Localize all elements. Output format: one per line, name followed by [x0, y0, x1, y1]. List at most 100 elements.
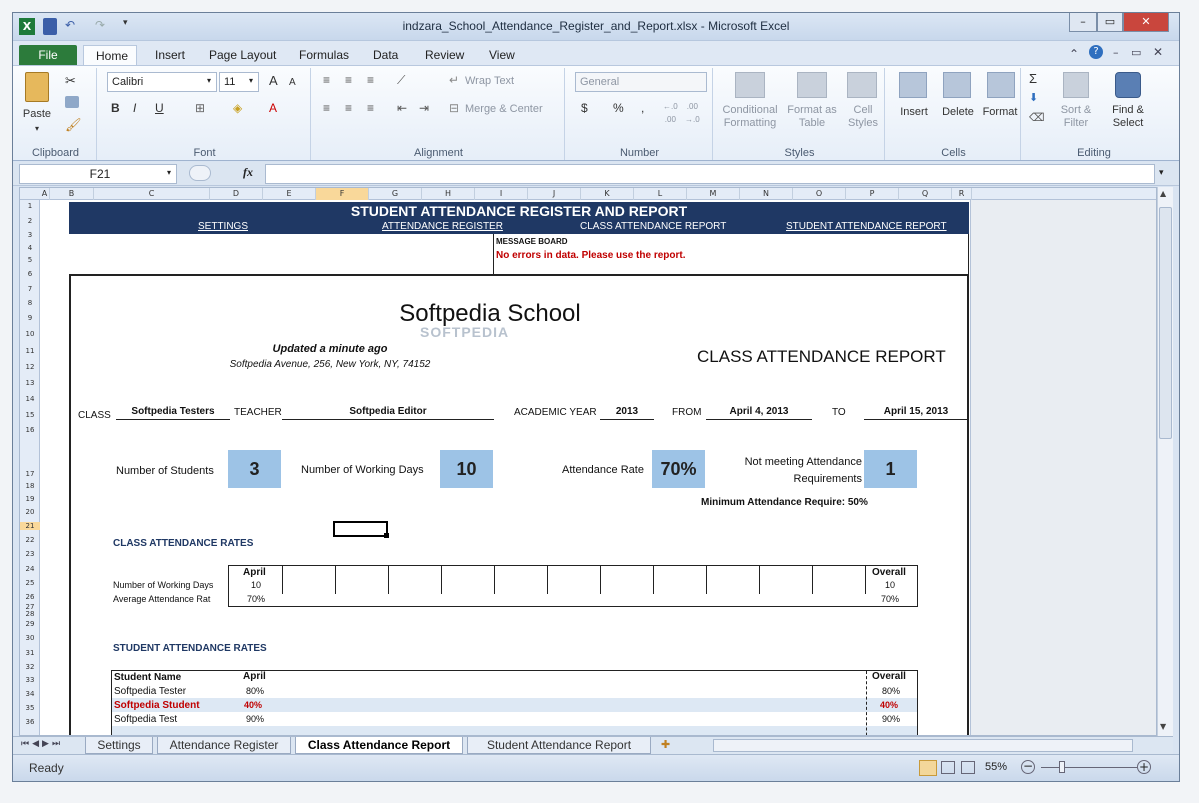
clear-icon[interactable]: ⌫ — [1029, 112, 1045, 125]
row-header[interactable]: 21 — [20, 522, 40, 530]
workbook-close-icon[interactable]: ✕ — [1153, 45, 1163, 59]
align-top-icon[interactable]: ≡ — [323, 74, 330, 87]
tab-insert[interactable]: Insert — [143, 45, 197, 65]
row-header[interactable]: 35 — [20, 704, 40, 712]
paste-button[interactable]: Paste — [19, 108, 55, 121]
number-format-select[interactable]: General — [575, 72, 707, 92]
find-select-button[interactable]: Find & Select — [1103, 104, 1153, 130]
column-header[interactable]: O — [793, 188, 846, 200]
find-select-icon[interactable] — [1115, 72, 1141, 98]
delete-cells-icon[interactable] — [943, 72, 971, 98]
zoom-in-icon[interactable]: + — [1137, 760, 1151, 774]
column-header[interactable]: Q — [899, 188, 952, 200]
delete-cells-button[interactable]: Delete — [937, 106, 979, 119]
row-header[interactable]: 18 — [20, 482, 40, 490]
workbook-min-icon[interactable]: – — [1113, 46, 1119, 59]
merge-center-button[interactable]: Merge & Center — [465, 103, 543, 116]
row-header[interactable]: 28 — [20, 610, 40, 618]
formula-expand-icon[interactable] — [189, 165, 211, 181]
row-header[interactable]: 14 — [20, 395, 40, 403]
fill-handle[interactable] — [384, 533, 389, 538]
underline-button[interactable]: U — [155, 102, 164, 115]
italic-button[interactable]: I — [133, 102, 136, 115]
minimize-ribbon-icon[interactable]: ⌃ — [1069, 47, 1079, 61]
align-left-icon[interactable]: ≡ — [323, 102, 330, 115]
workbook-restore-icon[interactable]: ▭ — [1131, 46, 1141, 59]
borders-icon[interactable]: ⊞ — [195, 102, 205, 115]
align-middle-icon[interactable]: ≡ — [345, 74, 352, 87]
row-header[interactable]: 30 — [20, 634, 40, 642]
column-header[interactable]: B — [50, 188, 94, 200]
row-header[interactable]: 20 — [20, 508, 40, 516]
row-header[interactable]: 31 — [20, 649, 40, 657]
zoom-out-icon[interactable]: − — [1021, 760, 1035, 774]
row-header[interactable]: 7 — [20, 285, 40, 293]
row-header[interactable]: 3 — [20, 231, 40, 239]
nav-link-attendance-register[interactable]: ATTENDANCE REGISTER — [382, 221, 503, 232]
row-header[interactable]: 10 — [20, 330, 40, 338]
scroll-down-icon[interactable]: ▼ — [1160, 722, 1166, 731]
zoom-slider[interactable] — [1041, 767, 1137, 768]
autosum-icon[interactable]: Σ — [1029, 72, 1037, 85]
row-header[interactable]: 22 — [20, 536, 40, 544]
maximize-button[interactable]: ▭ — [1097, 13, 1123, 32]
grow-font-button[interactable]: A — [269, 74, 278, 87]
tab-page-layout[interactable]: Page Layout — [197, 45, 288, 65]
column-header[interactable]: G — [369, 188, 422, 200]
insert-sheet-icon[interactable]: ✚ — [661, 738, 670, 751]
sort-filter-icon[interactable] — [1063, 72, 1089, 98]
column-header[interactable]: N — [740, 188, 793, 200]
row-header[interactable]: 26 — [20, 593, 40, 601]
shrink-font-button[interactable]: A — [289, 76, 296, 89]
scroll-thumb[interactable] — [1159, 207, 1172, 439]
cut-icon[interactable]: ✂ — [65, 74, 76, 87]
sheet-tab-attendance-register[interactable]: Attendance Register — [157, 737, 291, 754]
row-header[interactable]: 36 — [20, 718, 40, 726]
close-button[interactable]: ✕ — [1123, 13, 1169, 32]
format-painter-icon[interactable]: 🖌 — [65, 118, 82, 131]
column-header[interactable]: J — [528, 188, 581, 200]
fill-color-icon[interactable]: ◈ — [233, 102, 242, 115]
orientation-icon[interactable]: ⟋ — [397, 74, 405, 87]
formula-bar-expand-icon[interactable]: ▾ — [1159, 168, 1164, 178]
row-header[interactable]: 9 — [20, 314, 40, 322]
wrap-text-icon[interactable]: ↵ — [449, 74, 459, 87]
page-break-view-icon[interactable] — [961, 761, 975, 774]
currency-button[interactable]: $ — [581, 102, 588, 115]
column-header[interactable]: C — [94, 188, 210, 200]
tab-home[interactable]: Home — [83, 45, 137, 65]
row-header[interactable]: 29 — [20, 620, 40, 628]
sheet-tab-student-attendance-report[interactable]: Student Attendance Report — [467, 737, 651, 754]
nav-link-student-report[interactable]: STUDENT ATTENDANCE REPORT — [786, 221, 947, 232]
row-header[interactable]: 5 — [20, 256, 40, 264]
column-header[interactable]: H — [422, 188, 475, 200]
row-header[interactable]: 1 — [20, 202, 40, 210]
tab-file[interactable]: File — [19, 45, 77, 65]
row-header[interactable]: 6 — [20, 270, 40, 278]
align-bottom-icon[interactable]: ≡ — [367, 74, 374, 87]
zoom-slider-thumb[interactable] — [1059, 761, 1065, 773]
bold-button[interactable]: B — [111, 102, 120, 115]
selected-cell-f21[interactable] — [333, 521, 388, 537]
sheet-tab-settings[interactable]: Settings — [85, 737, 153, 754]
nav-link-class-report[interactable]: CLASS ATTENDANCE REPORT — [580, 221, 726, 232]
column-header[interactable]: L — [634, 188, 687, 200]
font-color-icon[interactable]: A — [269, 102, 277, 115]
format-as-table-icon[interactable] — [797, 72, 827, 98]
row-header[interactable]: 24 — [20, 565, 40, 573]
column-header[interactable]: I — [475, 188, 528, 200]
column-header[interactable]: D — [210, 188, 263, 200]
page-layout-view-icon[interactable] — [941, 761, 955, 774]
tab-formulas[interactable]: Formulas — [287, 45, 361, 65]
normal-view-icon[interactable] — [919, 760, 937, 776]
fill-icon[interactable]: ⬇ — [1029, 92, 1038, 105]
row-header[interactable]: 15 — [20, 411, 40, 419]
sort-filter-button[interactable]: Sort & Filter — [1053, 104, 1099, 130]
sheet-nav-arrows-icon[interactable]: ⏮◀▶⏭ — [21, 739, 63, 749]
insert-cells-button[interactable]: Insert — [893, 106, 935, 119]
scroll-up-icon[interactable]: ▲ — [1160, 189, 1166, 198]
tab-data[interactable]: Data — [361, 45, 410, 65]
column-header[interactable]: A — [40, 188, 50, 200]
tab-view[interactable]: View — [477, 45, 527, 65]
help-icon[interactable]: ? — [1089, 45, 1103, 59]
